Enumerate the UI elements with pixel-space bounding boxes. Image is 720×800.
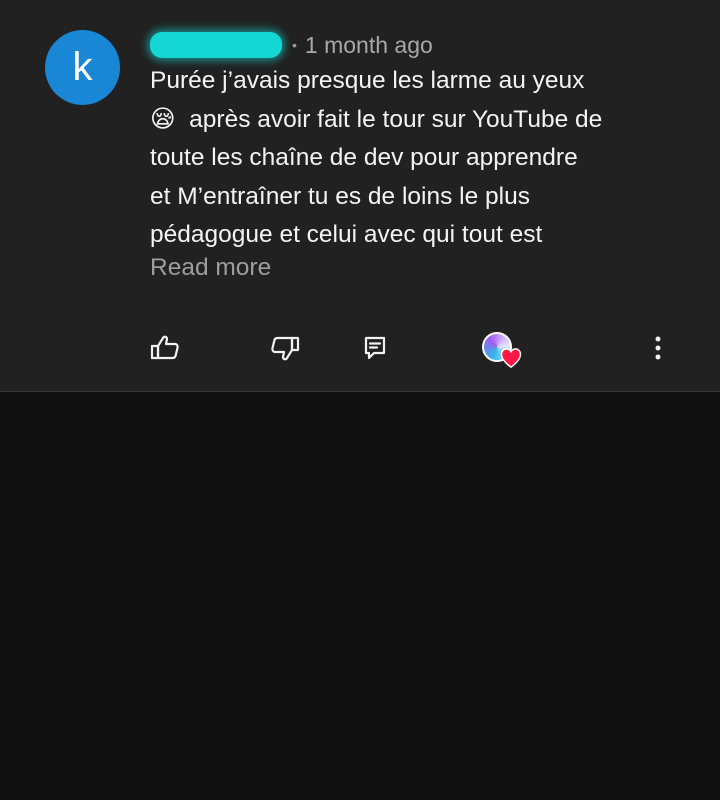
comment-body: Purée j’avais presque les larme au yeux … [150, 62, 650, 255]
avatar[interactable]: k [45, 30, 120, 105]
more-vertical-icon [655, 336, 661, 360]
comment-meta: • 1 month ago [150, 18, 433, 68]
reply-comment-icon [364, 336, 386, 360]
comment-body-line-text: après avoir fait le tour sur YouTube de [189, 105, 603, 133]
comment-card: k • 1 month ago Purée j’avais presque le… [0, 0, 720, 392]
emoji-icon: 😪 [150, 105, 176, 133]
dislike-button[interactable] [267, 330, 303, 366]
heart-icon [500, 348, 522, 368]
thumbs-up-icon [150, 335, 179, 360]
meta-separator: • [292, 37, 297, 53]
comment-body-line: 😪 après avoir fait le tour sur YouTube d… [150, 101, 650, 140]
like-button[interactable] [147, 330, 183, 366]
author-name[interactable] [150, 32, 282, 58]
thumbs-down-icon [271, 336, 300, 361]
comment-body-line: Purée j’avais presque les larme au yeux [150, 67, 585, 94]
reply-button[interactable] [357, 330, 393, 366]
timestamp: 1 month ago [304, 31, 433, 58]
read-more-link[interactable]: Read more [150, 254, 271, 282]
comment-body-line: pédagogue et celui avec qui tout est [150, 221, 543, 248]
comment-body-line: et M’entraîner tu es de loins le plus [150, 182, 530, 210]
comment-body-line: toute les chaîne de dev pour apprendre [150, 144, 578, 171]
more-options-button[interactable] [642, 330, 674, 366]
creator-heart-badge [480, 330, 524, 370]
